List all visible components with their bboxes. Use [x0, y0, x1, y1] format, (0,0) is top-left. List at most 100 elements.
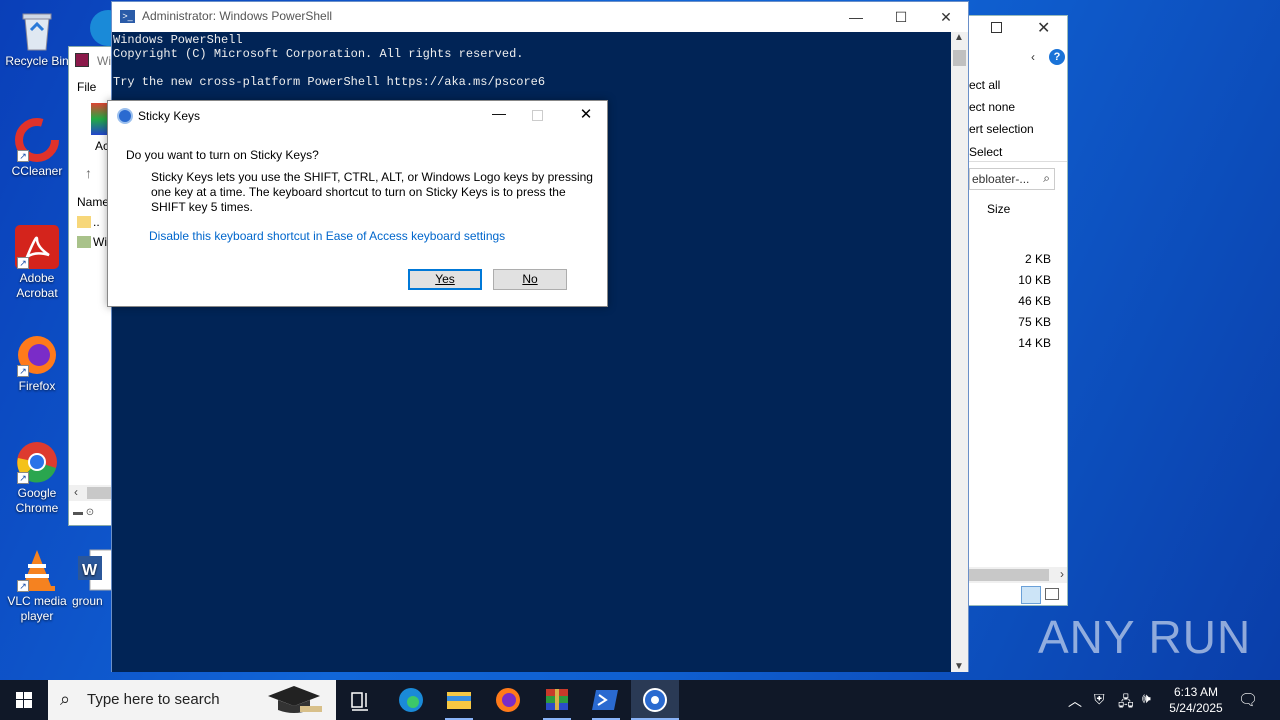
- file-icon: [77, 236, 91, 248]
- console-line: Try the new cross-platform PowerShell ht…: [113, 75, 546, 89]
- minimize-button[interactable]: —: [833, 2, 879, 32]
- taskbar-search-box[interactable]: ⌕ Type here to search: [48, 680, 336, 720]
- explorer-window[interactable]: ✕ ‹ ? ect all ect none ert selection Sel…: [968, 15, 1068, 606]
- show-hidden-icons-chevron-icon[interactable]: ︿: [1068, 691, 1082, 711]
- close-button[interactable]: ✕: [574, 105, 598, 127]
- taskbar-edge[interactable]: [387, 680, 435, 720]
- acrobat-icon: ↗: [15, 225, 59, 269]
- desktop-icon-word-doc[interactable]: W groun: [72, 548, 116, 609]
- desktop-icon-adobe-acrobat[interactable]: ↗ Adobe Acrobat: [1, 225, 73, 301]
- file-size: 46 KB: [1018, 294, 1051, 308]
- folder-icon: [77, 216, 91, 228]
- desktop-icon-label: Google Chrome: [15, 486, 59, 515]
- network-icon[interactable]: 🖧: [1118, 691, 1134, 715]
- ccleaner-icon: ↗: [15, 118, 59, 162]
- desktop-icon-google-chrome[interactable]: ↗ Google Chrome: [1, 440, 73, 516]
- edge-icon: [399, 688, 423, 712]
- graduation-cap-icon: [264, 684, 324, 716]
- winrar-menu-file[interactable]: File: [77, 80, 96, 94]
- disable-shortcut-link[interactable]: Disable this keyboard shortcut in Ease o…: [149, 229, 505, 243]
- search-input[interactable]: ebloater-...: [972, 172, 1029, 186]
- horizontal-scrollbar[interactable]: ‹: [69, 485, 113, 501]
- ease-of-access-icon: [643, 688, 667, 712]
- notifications-icon[interactable]: 🗨: [1238, 690, 1258, 710]
- scroll-thumb[interactable]: [87, 487, 111, 499]
- list-item[interactable]: Wi: [93, 235, 107, 249]
- sticky-keys-dialog[interactable]: Sticky Keys — ✕ Do you want to turn on S…: [107, 100, 608, 307]
- shortcut-arrow-icon: ↗: [17, 257, 29, 269]
- word-document-icon: W: [76, 548, 113, 592]
- search-box[interactable]: ebloater-... ⌕: [969, 168, 1055, 190]
- menu-select-none[interactable]: ect none: [969, 100, 1015, 114]
- taskbar-file-explorer[interactable]: [435, 680, 483, 720]
- yes-button[interactable]: Yes: [408, 269, 482, 290]
- powershell-icon: >_: [120, 10, 135, 23]
- task-view-button[interactable]: [336, 680, 384, 720]
- console-line: Copyright (C) Microsoft Corporation. All…: [113, 47, 524, 61]
- desktop-icon-label: CCleaner: [11, 164, 63, 178]
- yes-button-label: Yes: [435, 272, 455, 286]
- taskbar-firefox[interactable]: [484, 680, 532, 720]
- search-icon[interactable]: ⌕: [1043, 171, 1050, 186]
- clock[interactable]: 6:13 AM 5/24/2025: [1166, 684, 1226, 716]
- menu-select-all[interactable]: ect all: [969, 78, 1000, 92]
- vlc-cone-icon: ↗: [15, 548, 59, 592]
- list-item[interactable]: ..: [93, 215, 100, 229]
- status-bar-icons: ▬ ⊙: [73, 507, 95, 518]
- maximize-icon[interactable]: [991, 22, 1002, 33]
- edge-desktop-icon[interactable]: [88, 8, 112, 48]
- start-button[interactable]: [0, 680, 48, 720]
- dialog-title: Sticky Keys: [138, 109, 201, 123]
- shortcut-arrow-icon: ↗: [17, 150, 29, 162]
- taskbar-ease-of-access[interactable]: [631, 680, 679, 720]
- recycle-bin-icon: [15, 8, 59, 52]
- close-button[interactable]: ✕: [923, 2, 969, 32]
- chevron-up-icon[interactable]: ‹: [1031, 50, 1035, 64]
- winrar-title: Wi: [97, 54, 111, 68]
- desktop-icon-label: VLC media player: [7, 594, 67, 623]
- ease-of-access-icon: [117, 108, 133, 124]
- scroll-thumb[interactable]: [953, 50, 966, 66]
- vertical-scrollbar[interactable]: ▲ ▼: [951, 32, 968, 672]
- column-header-size[interactable]: Size: [987, 202, 1010, 216]
- help-icon[interactable]: ?: [1049, 49, 1065, 65]
- powershell-titlebar[interactable]: >_ Administrator: Windows PowerShell — ☐…: [112, 2, 968, 32]
- winrar-icon: [75, 53, 89, 67]
- large-icons-view-icon[interactable]: [1045, 588, 1059, 600]
- horizontal-scrollbar[interactable]: ›: [969, 567, 1067, 583]
- folder-icon: [447, 692, 471, 709]
- maximize-button[interactable]: ☐: [878, 2, 924, 32]
- file-size: 75 KB: [1018, 315, 1051, 329]
- desktop-icon-recycle-bin[interactable]: Recycle Bin: [1, 8, 73, 69]
- close-icon[interactable]: ✕: [1037, 18, 1050, 38]
- no-button[interactable]: No: [493, 269, 567, 290]
- scroll-down-icon[interactable]: ▼: [954, 661, 964, 672]
- firefox-icon: ↗: [15, 333, 59, 377]
- file-size: 10 KB: [1018, 273, 1051, 287]
- shortcut-arrow-icon: ↗: [17, 365, 29, 377]
- firefox-icon: [496, 688, 520, 712]
- minimize-button[interactable]: —: [484, 105, 514, 127]
- volume-icon[interactable]: 🕪: [1142, 690, 1151, 707]
- scroll-left-icon[interactable]: ‹: [74, 485, 78, 499]
- column-header-name[interactable]: Name: [77, 195, 109, 209]
- desktop-icon-ccleaner[interactable]: ↗ CCleaner: [1, 118, 73, 179]
- taskbar-powershell[interactable]: [582, 680, 630, 720]
- scroll-up-icon[interactable]: ▲: [954, 32, 964, 43]
- details-view-icon[interactable]: [1021, 586, 1041, 604]
- up-arrow-icon[interactable]: ↑: [85, 165, 92, 181]
- no-button-label: No: [522, 272, 538, 286]
- menu-select-group: Select: [969, 145, 1003, 159]
- shield-icon[interactable]: ⛨: [1094, 691, 1105, 708]
- desktop-icon-label: groun: [72, 594, 103, 608]
- desktop-icon-firefox[interactable]: ↗ Firefox: [1, 333, 73, 394]
- taskbar-winrar[interactable]: [533, 680, 581, 720]
- scroll-right-icon[interactable]: ›: [1060, 567, 1064, 581]
- search-icon: ⌕: [60, 689, 71, 709]
- scroll-thumb[interactable]: [969, 569, 1049, 581]
- search-input[interactable]: Type here to search: [87, 691, 220, 708]
- menu-invert-selection[interactable]: ert selection: [969, 122, 1034, 136]
- desktop-icon-vlc[interactable]: ↗ VLC media player: [1, 548, 73, 624]
- desktop-icon-label: Firefox: [18, 379, 56, 393]
